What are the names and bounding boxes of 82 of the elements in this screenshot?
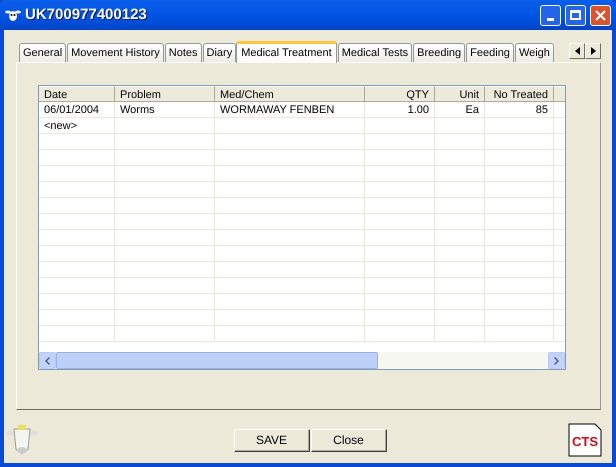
table-cell: [485, 230, 554, 246]
table-cell: [485, 294, 554, 310]
table-cell: [365, 262, 435, 278]
table-cell: [365, 294, 435, 310]
tab[interactable]: Feeding: [466, 43, 514, 62]
tab-scroll-right-button[interactable]: [585, 43, 601, 59]
chevron-right-icon: [554, 356, 559, 364]
table-cell: [485, 326, 554, 342]
tab[interactable]: Diary: [202, 43, 236, 62]
scroll-thumb[interactable]: [56, 352, 378, 369]
maximize-button[interactable]: [565, 4, 586, 26]
table-cell: [435, 182, 485, 198]
table-cell: [365, 278, 435, 294]
table-cell: [485, 166, 554, 182]
tab-scroll-left-button[interactable]: [569, 43, 585, 59]
tab[interactable]: Medical Treatment: [236, 41, 337, 63]
dialog-button[interactable]: Close: [310, 428, 386, 452]
table-cell: 85: [485, 102, 554, 118]
table-cell: [435, 166, 485, 182]
tab[interactable]: Weigh: [514, 43, 554, 62]
table-cell: [485, 134, 554, 150]
table-cell: Worms: [115, 102, 215, 118]
column-header[interactable]: Date: [39, 86, 115, 102]
table-cell: [435, 150, 485, 166]
table-cell: [365, 310, 435, 326]
table-cell: [435, 278, 485, 294]
table-cell: [365, 134, 435, 150]
table-cell: [365, 118, 435, 134]
tab[interactable]: Medical Tests: [338, 43, 412, 62]
table-cell: [435, 294, 485, 310]
close-icon: [595, 10, 606, 20]
tab[interactable]: Movement History: [67, 43, 164, 62]
table-cell: [485, 118, 554, 134]
table-cell: [365, 182, 435, 198]
right-arrow-icon: [590, 47, 596, 55]
table-cell: [365, 198, 435, 214]
column-header[interactable]: No Treated: [485, 86, 554, 102]
table-cell: [435, 198, 485, 214]
scroll-left-button[interactable]: [39, 352, 56, 369]
table-cell: [485, 246, 554, 262]
tab[interactable]: General: [19, 43, 66, 62]
window-title: UK700977400123: [25, 4, 147, 25]
horizontal-scrollbar[interactable]: [39, 352, 565, 369]
table-cell: [485, 182, 554, 198]
minimize-button[interactable]: [540, 4, 561, 26]
table-cell: [485, 262, 554, 278]
column-header[interactable]: Med/Chem: [215, 86, 365, 102]
table-cell: [435, 214, 485, 230]
logo-text: CTS: [572, 434, 598, 449]
table-cell: [435, 326, 485, 342]
left-arrow-icon: [574, 47, 580, 55]
table-cell: [485, 150, 554, 166]
table-cell: [435, 118, 485, 134]
table-cell: [365, 150, 435, 166]
table-cell: [365, 246, 435, 262]
scroll-right-button[interactable]: [548, 352, 565, 369]
column-header[interactable]: QTY: [365, 86, 435, 102]
table-cell: [485, 214, 554, 230]
table-cell: [435, 246, 485, 262]
table-cell: [365, 230, 435, 246]
tab[interactable]: Breeding: [413, 43, 466, 62]
column-header[interactable]: Problem: [115, 86, 215, 102]
table-cell: [485, 198, 554, 214]
table-cell: [435, 230, 485, 246]
table-cell: [435, 262, 485, 278]
table-cell: 06/01/2004: [39, 102, 115, 118]
chevron-left-icon: [45, 356, 50, 364]
table-cell: [365, 166, 435, 182]
table-cell: [365, 326, 435, 342]
table-cell: [485, 278, 554, 294]
column-header[interactable]: Unit: [435, 86, 485, 102]
table-cell: WORMAWAY FENBEN: [215, 102, 365, 118]
table-cell: [435, 310, 485, 326]
table-cell: <new>: [39, 118, 115, 134]
table-cell: 1.00: [365, 102, 435, 118]
table-cell: Ea: [435, 102, 485, 118]
table-cell: [365, 214, 435, 230]
table-cell: [435, 134, 485, 150]
table-cell: [485, 310, 554, 326]
dialog-button[interactable]: SAVE: [234, 428, 310, 452]
close-button[interactable]: [590, 4, 611, 26]
tab[interactable]: Notes: [164, 43, 202, 62]
